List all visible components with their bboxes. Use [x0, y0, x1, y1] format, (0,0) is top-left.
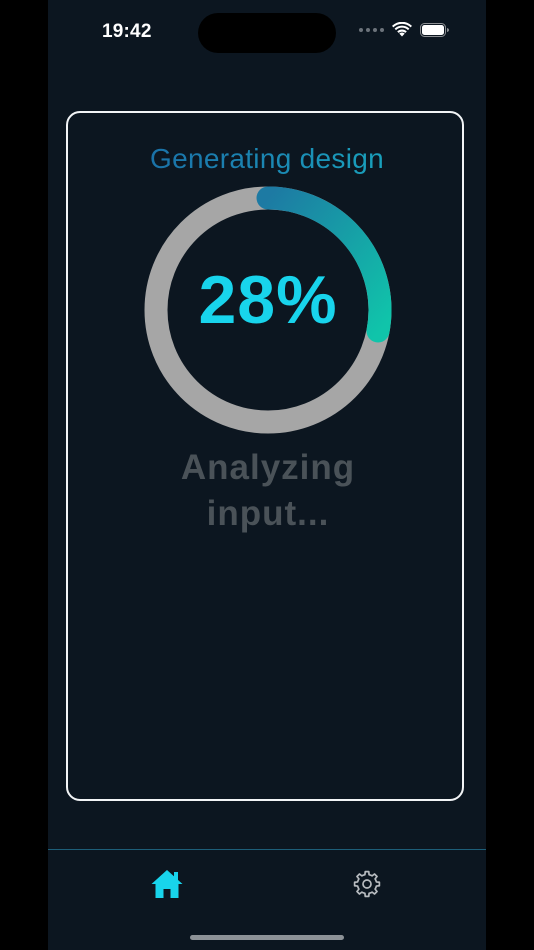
battery-icon: [420, 23, 449, 37]
status-bar: 19:42: [48, 0, 486, 66]
tab-settings[interactable]: [347, 866, 387, 902]
gear-icon: [353, 870, 381, 898]
progress-card: Generating design 28% Analyzing input...: [66, 111, 464, 801]
card-title: Generating design: [68, 143, 466, 175]
status-icons: [359, 22, 450, 38]
app-screen: 19:42 Generating design 28% Analyzing in…: [48, 0, 486, 950]
wifi-icon: [392, 22, 412, 37]
status-message: Analyzing input...: [180, 448, 356, 533]
home-indicator: [190, 935, 344, 940]
status-time: 19:42: [102, 21, 152, 42]
tab-home[interactable]: [147, 866, 187, 902]
dynamic-island: [198, 13, 336, 53]
home-icon: [151, 870, 183, 898]
cellular-signal-icon: [359, 28, 384, 32]
progress-percent: 28%: [198, 262, 338, 338]
